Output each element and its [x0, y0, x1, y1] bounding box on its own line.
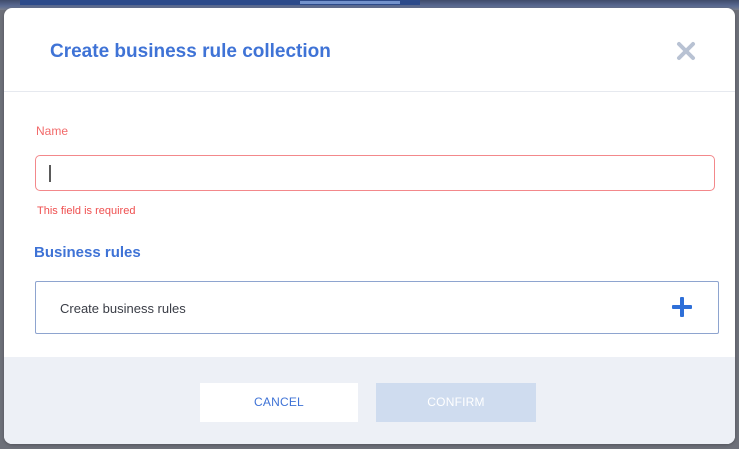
dialog-title: Create business rule collection	[50, 41, 331, 62]
plus-icon-vertical	[680, 297, 684, 317]
name-label: Name	[36, 124, 69, 138]
plus-icon[interactable]	[672, 297, 692, 317]
create-business-rules-row[interactable]: Create business rules	[35, 281, 719, 334]
name-error-message: This field is required	[37, 205, 136, 217]
close-button[interactable]	[673, 38, 699, 64]
text-caret	[49, 165, 51, 182]
close-icon	[677, 42, 695, 60]
create-business-rules-label: Create business rules	[60, 301, 186, 316]
create-collection-dialog: Create business rule collection Name Thi…	[4, 8, 735, 444]
cancel-button[interactable]: CANCEL	[200, 383, 358, 422]
backdrop-highlight	[300, 1, 400, 4]
dialog-header: Create business rule collection	[4, 8, 735, 92]
name-input[interactable]	[35, 155, 715, 191]
confirm-button[interactable]: CONFIRM	[376, 383, 536, 422]
dialog-footer: CANCEL CONFIRM	[4, 357, 735, 444]
business-rules-heading: Business rules	[34, 244, 141, 261]
